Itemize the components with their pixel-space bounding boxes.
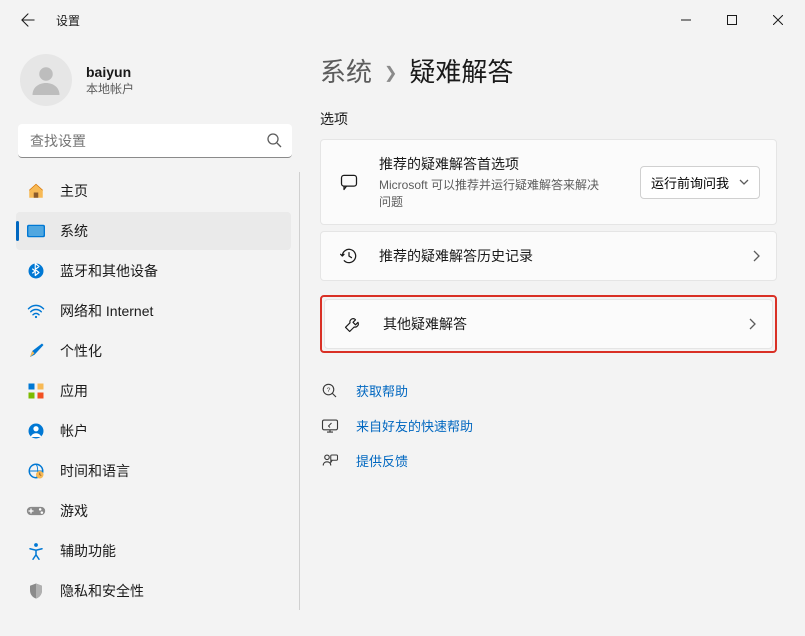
- history-icon: [337, 246, 361, 266]
- accessibility-icon: [26, 541, 46, 561]
- link-feedback[interactable]: 提供反馈: [320, 451, 777, 470]
- sidebar-item-accounts[interactable]: 帐户: [16, 412, 291, 450]
- sidebar-item-label: 辅助功能: [60, 541, 116, 561]
- link-label: 获取帮助: [356, 381, 408, 400]
- sidebar-item-label: 主页: [60, 181, 88, 201]
- chat-icon: [337, 172, 361, 192]
- chevron-right-icon: [752, 250, 760, 262]
- maximize-button[interactable]: [709, 4, 755, 36]
- link-quick-assist[interactable]: 来自好友的快速帮助: [320, 416, 777, 435]
- link-label: 来自好友的快速帮助: [356, 416, 473, 435]
- window-title: 设置: [56, 12, 80, 29]
- nav-list: 主页 系统 蓝牙和其他设备 网络和 Internet 个性化 应用: [12, 172, 300, 610]
- apps-icon: [26, 381, 46, 401]
- maximize-icon: [727, 15, 737, 25]
- user-subtitle: 本地帐户: [86, 80, 134, 97]
- sidebar-item-accessibility[interactable]: 辅助功能: [16, 532, 291, 570]
- close-button[interactable]: [755, 4, 801, 36]
- sidebar-item-label: 个性化: [60, 341, 102, 361]
- sidebar-item-gaming[interactable]: 游戏: [16, 492, 291, 530]
- wrench-icon: [341, 314, 365, 334]
- wifi-icon: [26, 301, 46, 321]
- user-name: baiyun: [86, 64, 134, 80]
- link-get-help[interactable]: ? 获取帮助: [320, 381, 777, 400]
- minimize-icon: [681, 15, 691, 25]
- title-bar: 设置: [0, 0, 805, 40]
- sidebar-item-label: 时间和语言: [60, 461, 130, 481]
- related-links: ? 获取帮助 来自好友的快速帮助 提供反馈: [320, 381, 777, 470]
- chevron-down-icon: [739, 179, 749, 185]
- sidebar-item-personalization[interactable]: 个性化: [16, 332, 291, 370]
- bluetooth-icon: [26, 261, 46, 281]
- svg-text:?: ?: [327, 386, 331, 393]
- sidebar-item-label: 应用: [60, 381, 88, 401]
- sidebar-item-system[interactable]: 系统: [16, 212, 291, 250]
- main-content: 系统 ❯ 疑难解答 选项 推荐的疑难解答首选项 Microsoft 可以推荐并运…: [300, 40, 805, 636]
- account-icon: [26, 421, 46, 441]
- card-title: 其他疑难解答: [383, 314, 748, 334]
- arrow-left-icon: [21, 13, 35, 27]
- brush-icon: [26, 341, 46, 361]
- recommended-dropdown[interactable]: 运行前询问我: [640, 166, 760, 199]
- search-box[interactable]: [18, 124, 292, 158]
- back-button[interactable]: [12, 4, 44, 36]
- card-history[interactable]: 推荐的疑难解答历史记录: [320, 231, 777, 281]
- breadcrumb-current: 疑难解答: [409, 52, 513, 89]
- feedback-icon: [320, 452, 340, 470]
- globe-clock-icon: [26, 461, 46, 481]
- sidebar-item-privacy[interactable]: 隐私和安全性: [16, 572, 291, 610]
- card-title: 推荐的疑难解答历史记录: [379, 246, 752, 266]
- help-icon: ?: [320, 382, 340, 400]
- link-label: 提供反馈: [356, 451, 408, 470]
- chevron-right-icon: ❯: [384, 63, 397, 83]
- user-profile[interactable]: baiyun 本地帐户: [12, 46, 300, 124]
- breadcrumb-parent[interactable]: 系统: [320, 52, 372, 89]
- breadcrumb: 系统 ❯ 疑难解答: [320, 52, 777, 89]
- system-icon: [26, 221, 46, 241]
- sidebar-item-bluetooth[interactable]: 蓝牙和其他设备: [16, 252, 291, 290]
- avatar: [20, 54, 72, 106]
- card-title: 推荐的疑难解答首选项: [379, 154, 640, 174]
- sidebar-item-label: 网络和 Internet: [60, 301, 153, 321]
- home-icon: [26, 181, 46, 201]
- sidebar-item-label: 游戏: [60, 501, 88, 521]
- sidebar: baiyun 本地帐户 主页 系统 蓝牙和其他设备: [0, 40, 300, 636]
- sidebar-item-label: 隐私和安全性: [60, 581, 144, 601]
- search-input[interactable]: [18, 124, 292, 158]
- search-icon: [266, 132, 282, 148]
- minimize-button[interactable]: [663, 4, 709, 36]
- section-label-options: 选项: [320, 109, 777, 129]
- gamepad-icon: [26, 501, 46, 521]
- sidebar-item-label: 蓝牙和其他设备: [60, 261, 158, 281]
- sidebar-item-label: 系统: [60, 221, 88, 241]
- sidebar-item-home[interactable]: 主页: [16, 172, 291, 210]
- sidebar-item-label: 帐户: [60, 421, 88, 441]
- highlighted-card-frame: 其他疑难解答: [320, 295, 777, 353]
- card-subtitle: Microsoft 可以推荐并运行疑难解答来解决问题: [379, 176, 599, 210]
- card-other-troubleshooters[interactable]: 其他疑难解答: [324, 299, 773, 349]
- sidebar-item-apps[interactable]: 应用: [16, 372, 291, 410]
- quick-assist-icon: [320, 418, 340, 434]
- sidebar-item-network[interactable]: 网络和 Internet: [16, 292, 291, 330]
- chevron-right-icon: [748, 318, 756, 330]
- shield-icon: [26, 581, 46, 601]
- dropdown-value: 运行前询问我: [651, 173, 729, 192]
- card-recommended-preferences[interactable]: 推荐的疑难解答首选项 Microsoft 可以推荐并运行疑难解答来解决问题 运行…: [320, 139, 777, 225]
- close-icon: [773, 15, 783, 25]
- sidebar-item-time-language[interactable]: 时间和语言: [16, 452, 291, 490]
- person-icon: [28, 62, 64, 98]
